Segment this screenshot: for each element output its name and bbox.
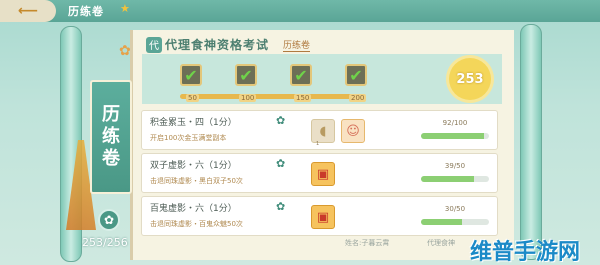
exam-sublink[interactable]: 历练卷 bbox=[283, 38, 311, 52]
page-title: 历练卷 bbox=[68, 5, 104, 18]
back-button[interactable]: ⟵ bbox=[0, 0, 56, 22]
milestone-check-icon[interactable]: ✔ bbox=[180, 64, 202, 86]
progress-fill bbox=[421, 219, 462, 225]
task-name: 双子虚影・六（1分） bbox=[150, 161, 237, 171]
progress-fill bbox=[421, 176, 475, 182]
progress-bar bbox=[421, 219, 489, 225]
exam-header: 代 代理食神资格考试 历练卷 bbox=[146, 36, 311, 53]
milestone-check-icon[interactable]: ✔ bbox=[345, 64, 367, 86]
total-progress: 253/256 bbox=[82, 236, 128, 249]
flower-icon: ✿ bbox=[276, 200, 286, 213]
progress-bar bbox=[421, 176, 489, 182]
milestone-check-icon[interactable]: ✔ bbox=[235, 64, 257, 86]
task-row[interactable]: 双子虚影・六（1分） 击退同珠虚影・黑白双子50次 ✿ ▣ 39/50 bbox=[141, 153, 498, 193]
milestone-track bbox=[180, 94, 360, 99]
reward-count: 1 bbox=[316, 141, 320, 147]
task-description: 开启100次金玉满堂副本 bbox=[150, 134, 227, 142]
arrow-left-icon: ⟵ bbox=[17, 3, 39, 19]
task-description: 击退同珠虚影・百鬼众魅50次 bbox=[150, 220, 243, 228]
vertical-title-char: 历 bbox=[102, 104, 120, 125]
top-bar: ⟵ 历练卷 ★ bbox=[0, 0, 600, 22]
vertical-title-char: 练 bbox=[102, 126, 120, 147]
exam-title: 代理食神资格考试 bbox=[165, 38, 270, 52]
player-name: 姓名:子暮云霄 bbox=[345, 239, 390, 247]
task-name: 百鬼虚影・六（1分） bbox=[150, 204, 237, 214]
milestone-label: 200 bbox=[349, 94, 367, 102]
progress-text: 30/50 bbox=[444, 205, 466, 213]
avatar-icon[interactable]: ☺ bbox=[341, 119, 365, 143]
progress-text: 39/50 bbox=[444, 162, 466, 170]
vertical-title: 历 练 卷 bbox=[90, 80, 132, 194]
red-box-icon[interactable]: ▣ bbox=[311, 205, 335, 229]
progress-bar bbox=[421, 133, 489, 139]
player-title: 代理食神 bbox=[427, 239, 455, 247]
task-row[interactable]: 积金累玉・四（1分） 开启100次金玉满堂副本 ✿ ◖ 1 ☺ 92/100 bbox=[141, 110, 498, 150]
flower-decoration-icon: ✿ bbox=[119, 43, 131, 59]
vertical-title-char: 卷 bbox=[102, 148, 120, 169]
flower-icon[interactable]: ✿ bbox=[98, 209, 120, 231]
milestone-check-icon[interactable]: ✔ bbox=[290, 64, 312, 86]
milestone-label: 50 bbox=[186, 94, 199, 102]
milestone-label: 150 bbox=[294, 94, 312, 102]
chef-icon: 代 bbox=[146, 36, 162, 53]
milestone-label: 100 bbox=[239, 94, 257, 102]
progress-text: 92/100 bbox=[442, 119, 468, 127]
progress-fill bbox=[421, 133, 484, 139]
red-box-icon[interactable]: ▣ bbox=[311, 162, 335, 186]
flower-icon: ✿ bbox=[276, 157, 286, 170]
star-icon[interactable]: ★ bbox=[120, 2, 130, 15]
flower-icon: ✿ bbox=[276, 114, 286, 127]
exam-score-badge: 253 bbox=[449, 58, 491, 100]
task-name: 积金累玉・四（1分） bbox=[150, 118, 237, 128]
dumpling-icon[interactable]: ◖ bbox=[311, 119, 335, 143]
watermark-text: 维普手游网 bbox=[470, 240, 581, 265]
task-description: 击退同珠虚影・黑白双子50次 bbox=[150, 177, 243, 185]
task-row[interactable]: 百鬼虚影・六（1分） 击退同珠虚影・百鬼众魅50次 ✿ ▣ 30/50 bbox=[141, 196, 498, 236]
scroll-rod-right bbox=[520, 24, 542, 260]
